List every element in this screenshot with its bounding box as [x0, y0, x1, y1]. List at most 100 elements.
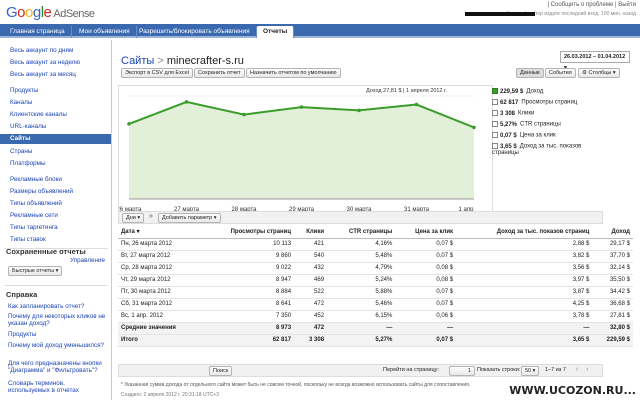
table-cell: 8 884: [202, 286, 295, 299]
legend-item[interactable]: 229,59 $ Доход: [492, 88, 543, 95]
date-range-picker[interactable]: 26.03.2012 – 01.04.2012 ▾: [560, 51, 630, 71]
table-cell: 32,80 $: [592, 322, 633, 335]
legend-label: Доход: [526, 88, 544, 95]
legend-item[interactable]: 3,65 $ Доход за тыс. показов страницы: [492, 143, 592, 156]
table-cell: 0,07 $: [395, 298, 457, 311]
column-header[interactable]: CTR страницы: [327, 226, 396, 239]
breadcrumb-sites[interactable]: Сайты: [121, 55, 154, 67]
data-point[interactable]: [357, 108, 361, 113]
set-default-button[interactable]: Назначить отчетом по умолчанию: [246, 68, 341, 78]
help-link[interactable]: Для чего предназначены кнопки "Диаграмма…: [8, 360, 108, 374]
table-cell: 3,65 $: [456, 334, 593, 347]
help-link[interactable]: Почему мой доход уменьшился?: [8, 342, 108, 349]
revenue-chart[interactable]: 26 марта 27 марта 28 марта 29 марта 30 марта…: [118, 85, 493, 220]
column-header[interactable]: Цена за клик: [395, 226, 457, 239]
column-header[interactable]: Доход за тыс. показов страниц: [456, 226, 593, 239]
column-header[interactable]: Клики: [294, 226, 328, 239]
column-header[interactable]: Просмотры страниц: [202, 226, 295, 239]
table-cell: 4,25 $: [456, 298, 593, 311]
sidebar-item-monthly[interactable]: Весь аккаунт за месяц: [10, 71, 76, 78]
sidebar-item-ad-units[interactable]: Рекламные блоки: [10, 176, 62, 183]
data-point[interactable]: [472, 125, 476, 130]
tab-allow-block[interactable]: Разрешить/блокировать объявления: [133, 26, 257, 38]
tab-reports[interactable]: Отчеты: [257, 26, 295, 38]
help-link[interactable]: Как запланировать отчет?: [8, 303, 84, 310]
sidebar-item-channels[interactable]: Каналы: [10, 99, 32, 106]
help-link[interactable]: Продукты: [8, 331, 36, 338]
rows-select[interactable]: 50 ▾: [521, 366, 540, 376]
columns-dropdown[interactable]: ⚙ Столбцы ▾: [578, 68, 620, 78]
sidebar-item-ad-sizes[interactable]: Размеры объявлений: [10, 188, 73, 195]
data-toggle[interactable]: Данные: [516, 68, 544, 78]
legend-label: Цена за клик: [519, 132, 556, 139]
checkbox-icon[interactable]: [492, 132, 498, 138]
sidebar-item-targeting-types[interactable]: Типы таргетинга: [10, 224, 58, 231]
sidebar-item-platforms[interactable]: Платформы: [10, 160, 46, 167]
redacted-block: [465, 12, 535, 16]
top-links[interactable]: | Сообщить о проблеме | Выйти: [547, 2, 636, 8]
sidebar-item-ad-types[interactable]: Типы объявлений: [10, 200, 62, 207]
legend-item[interactable]: 0,07 $ Цена за клик: [492, 132, 556, 139]
help-link[interactable]: Почему для некоторых кликов не указан до…: [8, 313, 108, 327]
table-cell: 8 641: [202, 298, 295, 311]
table-cell: 0,08 $: [395, 274, 457, 287]
column-header[interactable]: Дата ▾: [118, 226, 203, 239]
table-cell: 5,48%: [327, 250, 396, 263]
table-cell: 35,50 $: [592, 274, 633, 287]
prev-page-icon[interactable]: ‹: [576, 366, 578, 373]
next-page-icon[interactable]: ›: [586, 366, 588, 373]
days-dropdown[interactable]: Дни ▾: [122, 213, 145, 223]
legend-item[interactable]: 5,27% CTR страницы: [492, 121, 561, 128]
sidebar-item-url-channels[interactable]: URL-каналы: [10, 123, 46, 130]
total-row: Итого 62 817 3 308 5,27% 0,07 $3,65 $229,59 …: [118, 334, 633, 347]
sidebar-item-products[interactable]: Продукты: [10, 87, 38, 94]
adsense-logo[interactable]: Google AdSense: [6, 4, 95, 21]
add-parameter-button[interactable]: Добавить параметр ▾: [158, 213, 221, 223]
gear-icon: ⚙: [582, 70, 587, 76]
page-input[interactable]: 1: [449, 366, 475, 376]
data-point[interactable]: [414, 102, 419, 107]
sidebar-item-ad-networks[interactable]: Рекламные сети: [10, 212, 58, 219]
save-report-button[interactable]: Сохранить отчет: [194, 68, 245, 78]
table-cell: —: [456, 322, 593, 335]
data-point[interactable]: [299, 105, 304, 109]
checkbox-icon[interactable]: [492, 121, 498, 127]
table-cell: 36,68 $: [592, 298, 633, 311]
table-cell: 8 947: [202, 274, 295, 287]
sidebar-item-countries[interactable]: Страны: [10, 148, 32, 155]
sidebar-item-bid-types[interactable]: Типы ставок: [10, 236, 46, 243]
legend-item[interactable]: 62 817 Просмотры страниц: [492, 99, 577, 106]
table-cell: 0,08 $: [395, 262, 457, 275]
column-header[interactable]: Доход: [592, 226, 633, 239]
chevron-down-icon: ▾: [137, 215, 141, 221]
table-cell: 0,07 $: [395, 250, 457, 263]
table-cell: 469: [294, 274, 328, 287]
help-link[interactable]: Словарь терминов, используемых в отчетах: [8, 380, 108, 394]
checkbox-checked-icon[interactable]: [492, 88, 498, 94]
quick-reports-label: Быстрые отчеты: [12, 268, 55, 274]
tab-home[interactable]: Главная страница: [4, 26, 72, 38]
data-point[interactable]: [127, 122, 131, 126]
table-cell: 421: [294, 238, 328, 251]
table-row: Вс, 1 апр. 2012 7 350 452 6,15% 0,06 $3,78 $…: [118, 310, 633, 323]
export-csv-button[interactable]: Экспорт в CSV для Excel: [121, 68, 193, 78]
data-point[interactable]: [242, 112, 246, 117]
sidebar-item-weekly[interactable]: Весь аккаунт за неделю: [10, 59, 80, 66]
tab-my-ads[interactable]: Мои объявления: [73, 26, 137, 38]
table-cell: 0,06 $: [395, 310, 457, 323]
quick-reports-dropdown[interactable]: Быстрые отчеты ▾: [8, 266, 63, 276]
checkbox-icon[interactable]: [492, 143, 498, 149]
chevron-down-icon: ▾: [55, 268, 59, 274]
sidebar-item-daily[interactable]: Весь аккаунт по дням: [10, 47, 73, 54]
manage-link[interactable]: Управление: [70, 257, 105, 264]
data-point[interactable]: [184, 100, 189, 104]
table-row: Пт, 30 марта 2012 8 884 522 5,88% 0,07 $3,87…: [118, 286, 633, 299]
sidebar-item-custom-channels[interactable]: Клиентские каналы: [10, 111, 67, 118]
main-content: Сайты > minecrafter-s.ru 26.03.2012 – 01…: [113, 40, 640, 400]
sidebar-item-sites[interactable]: Сайты: [0, 134, 111, 144]
checkbox-icon[interactable]: [492, 110, 498, 116]
legend-item[interactable]: 3 308 Клики: [492, 110, 534, 117]
checkbox-icon[interactable]: [492, 99, 498, 105]
search-button[interactable]: Поиск: [209, 366, 233, 376]
events-toggle[interactable]: События: [545, 68, 576, 78]
